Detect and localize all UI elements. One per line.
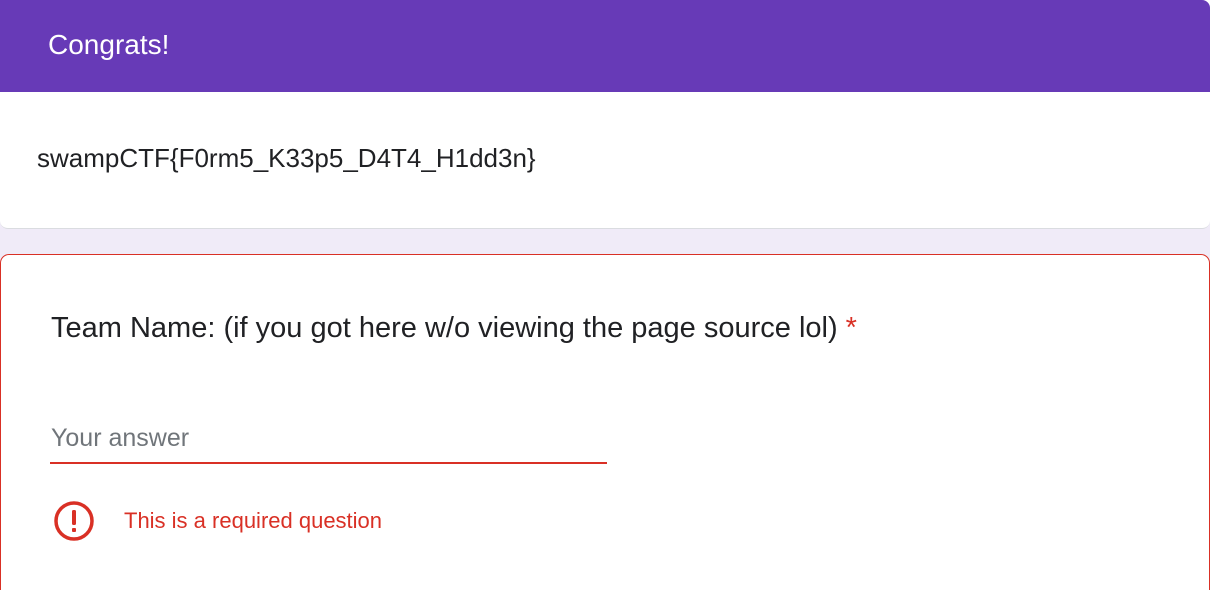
section-card: Congrats! swampCTF{F0rm5_K33p5_D4T4_H1dd… [0, 0, 1210, 229]
team-name-input[interactable] [50, 420, 607, 464]
question-card: Team Name: (if you got here w/o viewing … [0, 254, 1210, 590]
required-asterisk: * [845, 312, 857, 344]
section-description: swampCTF{F0rm5_K33p5_D4T4_H1dd3n} [37, 143, 536, 173]
section-title: Congrats! [48, 29, 170, 60]
section-header: Congrats! [0, 0, 1210, 92]
question-title-text: Team Name: (if you got here w/o viewing … [51, 312, 838, 344]
error-text: This is a required question [124, 508, 383, 533]
question-title: Team Name: (if you got here w/o viewing … [51, 310, 857, 346]
error-icon [54, 501, 94, 541]
google-form-page: Congrats! swampCTF{F0rm5_K33p5_D4T4_H1dd… [0, 0, 1210, 590]
required-error-message: This is a required question [53, 500, 382, 542]
